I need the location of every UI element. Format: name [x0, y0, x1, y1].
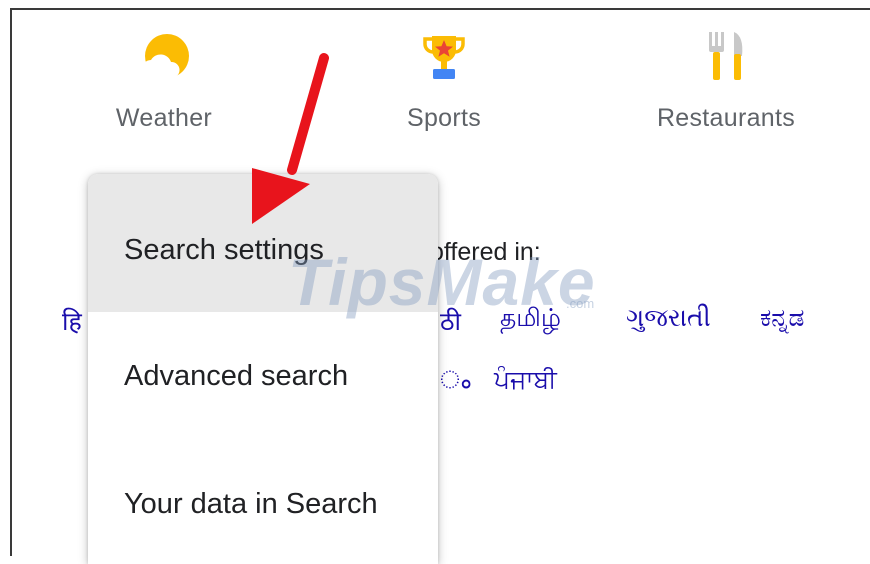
- quick-link-weather[interactable]: Weather: [64, 28, 264, 133]
- language-link-gujarati[interactable]: ગુજરાતી: [626, 304, 711, 333]
- menu-item-label: Your data in Search: [124, 487, 378, 520]
- language-link-hindi[interactable]: हि: [62, 304, 82, 338]
- language-link-tamil[interactable]: தமிழ்: [500, 304, 561, 336]
- menu-item-search-settings[interactable]: Search settings: [88, 174, 438, 312]
- menu-item-your-data-in-search[interactable]: Your data in Search: [88, 440, 438, 564]
- quick-link-label: Restaurants: [656, 104, 796, 132]
- settings-dropdown-menu: Search settings Advanced search Your dat…: [88, 174, 438, 564]
- offered-in-text: offered in:: [430, 238, 541, 266]
- language-link-punjabi[interactable]: ਪੰਜਾਬੀ: [494, 366, 557, 395]
- trophy-icon: [423, 36, 465, 79]
- language-link-marathi[interactable]: ठी: [440, 304, 461, 338]
- language-link-malayalam[interactable]: ം: [440, 366, 470, 395]
- weather-icon: [141, 34, 189, 78]
- quick-link-label: Sports: [406, 104, 482, 132]
- language-link-kannada[interactable]: ಕನ್ನಡ: [760, 304, 804, 333]
- quick-link-restaurants[interactable]: Restaurants: [626, 28, 826, 133]
- quick-link-label: Weather: [115, 104, 213, 132]
- menu-item-advanced-search[interactable]: Advanced search: [88, 312, 438, 440]
- menu-item-label: Advanced search: [124, 359, 349, 392]
- quick-link-sports[interactable]: Sports: [344, 28, 544, 133]
- menu-item-label: Search settings: [124, 233, 324, 266]
- fork-knife-icon: [709, 32, 743, 80]
